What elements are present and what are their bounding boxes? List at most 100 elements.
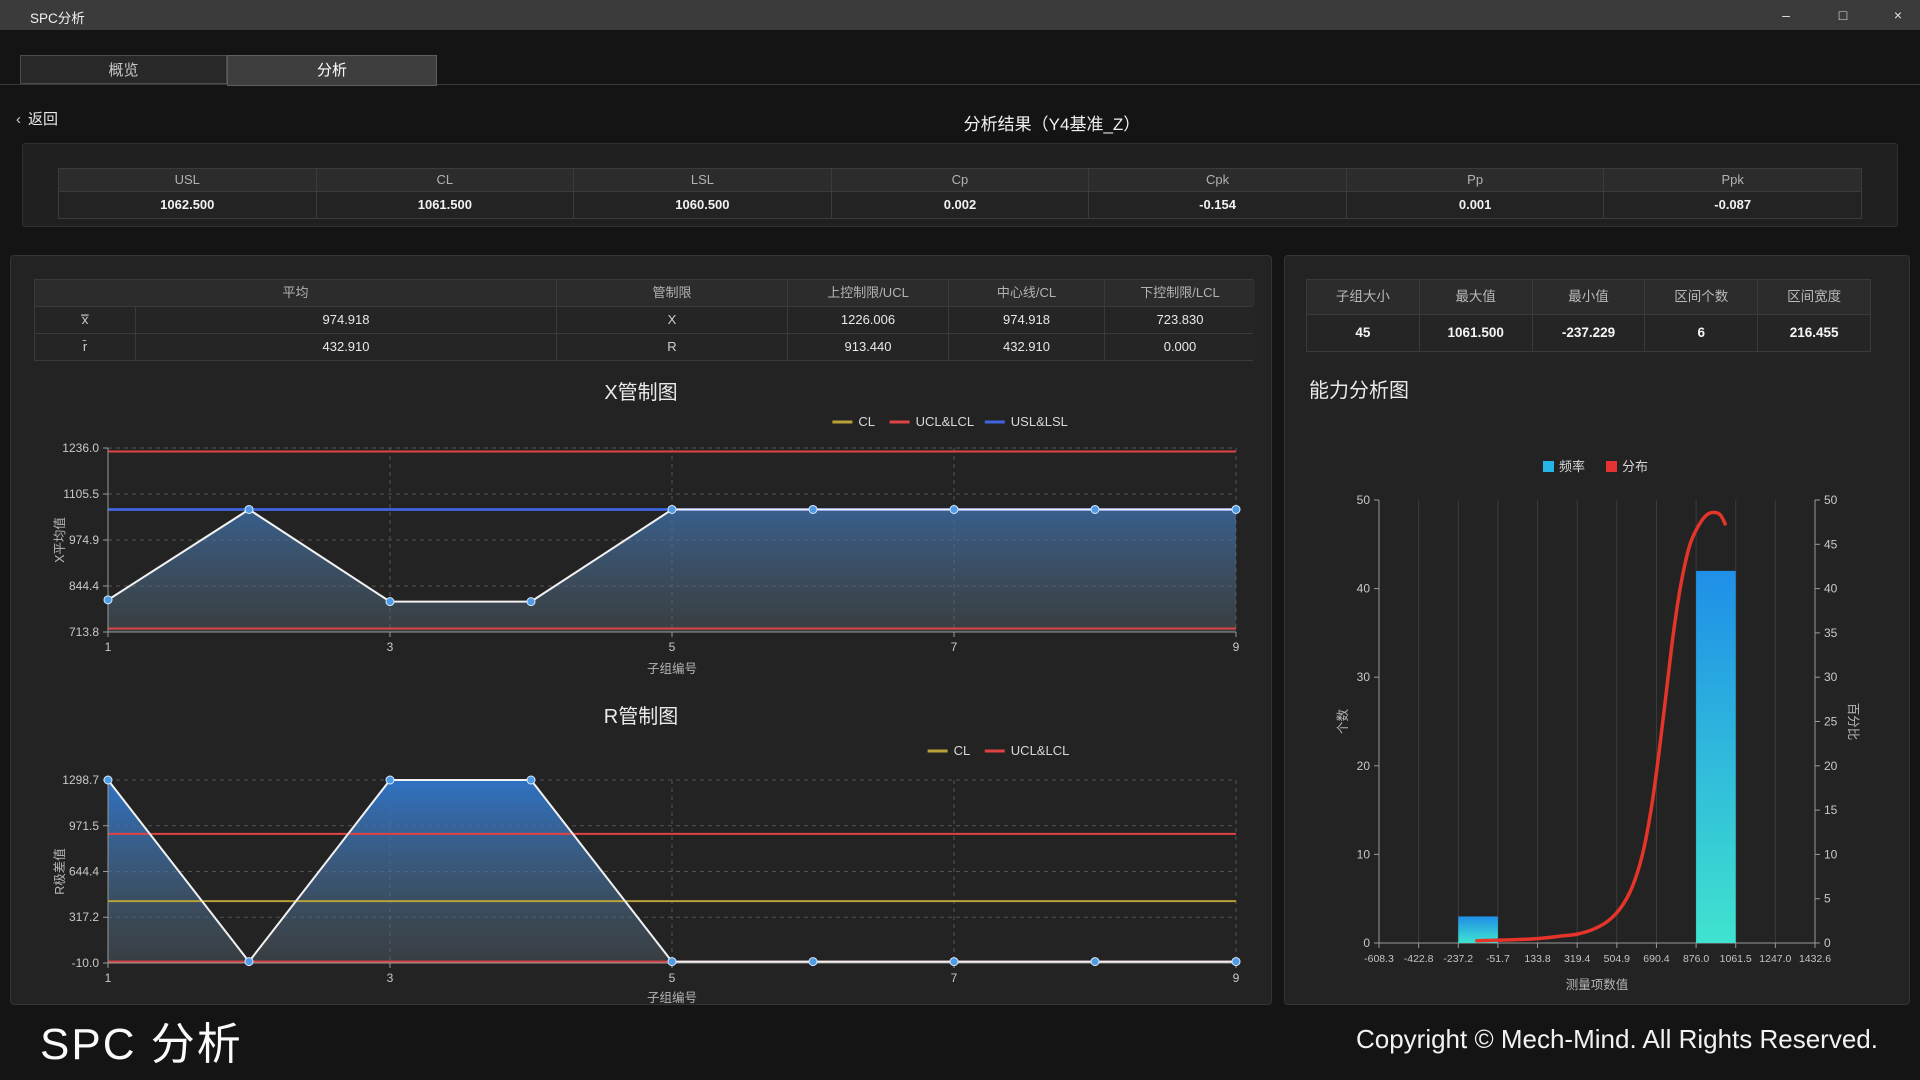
svg-text:30: 30 [1824,670,1838,684]
stat-value-usl: 1062.500 [59,192,316,218]
svg-text:974.9: 974.9 [69,533,99,547]
data-point[interactable] [1232,958,1240,966]
svg-text:844.4: 844.4 [69,579,99,593]
stat-value-pp: 0.001 [1347,192,1604,218]
summary-header-min: 最小值 [1533,280,1645,314]
svg-text:USL&LSL: USL&LSL [1011,414,1068,429]
back-label: 返回 [28,111,58,128]
svg-text:504.9: 504.9 [1604,953,1630,965]
svg-text:X管制图: X管制图 [604,381,677,404]
svg-text:UCL&LCL: UCL&LCL [1011,743,1070,758]
svg-text:7: 7 [951,971,958,985]
svg-text:个数: 个数 [1335,709,1350,735]
svg-text:876.0: 876.0 [1683,953,1709,965]
data-point[interactable] [1232,505,1240,513]
svg-text:R管制图: R管制图 [604,705,678,728]
x-control-chart[interactable]: 1236.01105.5974.9844.4713.813579X管制图USL&… [34,373,1258,685]
r-cl: 432.910 [949,334,1104,360]
svg-text:1247.0: 1247.0 [1759,953,1791,965]
svg-text:0: 0 [1363,936,1370,950]
svg-text:690.4: 690.4 [1643,953,1669,965]
svg-text:40: 40 [1357,582,1371,596]
summary-value-min: -237.229 [1533,315,1645,351]
histogram-summary-table: 子组大小 最大值 最小值 区间个数 区间宽度 45 1061.500 -237.… [1306,279,1871,352]
svg-text:子组编号: 子组编号 [647,990,697,1005]
svg-text:-51.7: -51.7 [1486,953,1510,965]
close-button[interactable]: × [1876,0,1920,30]
x-chart-label: X [557,307,787,333]
svg-text:971.5: 971.5 [69,819,99,833]
data-point[interactable] [1091,505,1099,513]
data-point[interactable] [245,505,253,513]
data-point[interactable] [104,596,112,604]
stat-header-ppk: Ppk [1604,169,1861,191]
svg-text:133.8: 133.8 [1524,953,1550,965]
data-point[interactable] [950,958,958,966]
summary-value-max: 1061.500 [1420,315,1532,351]
capability-stats-panel: USL CL LSL Cp Cpk Pp Ppk 1062.500 1061.5… [22,143,1898,227]
xbar-mean: 974.918 [136,307,556,333]
svg-text:-608.3: -608.3 [1364,953,1394,965]
svg-text:10: 10 [1357,847,1371,861]
data-point[interactable] [245,958,253,966]
svg-text:317.2: 317.2 [69,910,99,924]
r-ucl: 913.440 [788,334,948,360]
data-point[interactable] [104,776,112,784]
histogram-bar[interactable] [1696,571,1736,943]
maximize-button[interactable]: □ [1821,0,1865,30]
data-point[interactable] [668,505,676,513]
control-limits-table: 平均 管制限 上控制限/UCL 中心线/CL 下控制限/LCL x̿ 974.9… [34,279,1253,361]
data-point[interactable] [527,598,535,606]
svg-text:713.8: 713.8 [69,625,99,639]
data-point[interactable] [950,505,958,513]
svg-text:百分比: 百分比 [1846,703,1860,741]
x-ucl: 1226.006 [788,307,948,333]
svg-text:-10.0: -10.0 [72,956,100,970]
rbar-mean: 432.910 [136,334,556,360]
svg-text:5: 5 [669,971,676,985]
data-point[interactable] [386,598,394,606]
r-chart-label: R [557,334,787,360]
svg-text:3: 3 [387,971,394,985]
tab-analysis[interactable]: 分析 [227,55,437,86]
svg-text:319.4: 319.4 [1564,953,1590,965]
legend-item-分布[interactable] [1606,461,1617,472]
limits-header-ucl: 上控制限/UCL [788,280,948,306]
title-bar: SPC分析 – □ × [0,0,1920,30]
data-point[interactable] [527,776,535,784]
svg-text:5: 5 [1824,892,1831,906]
svg-text:UCL&LCL: UCL&LCL [916,414,975,429]
svg-text:50: 50 [1357,493,1371,507]
capability-chart[interactable]: -608.3-422.8-237.2-51.7133.8319.4504.969… [1291,441,1913,1003]
svg-text:分布: 分布 [1622,459,1648,474]
data-point[interactable] [809,505,817,513]
svg-text:10: 10 [1824,847,1838,861]
stat-header-cpk: Cpk [1089,169,1346,191]
svg-text:9: 9 [1233,971,1240,985]
svg-text:X平均值: X平均值 [52,517,67,563]
summary-header-subgroup-size: 子组大小 [1307,280,1419,314]
tab-overview[interactable]: 概览 [20,55,227,84]
svg-text:25: 25 [1824,715,1838,729]
x-lcl: 723.830 [1105,307,1255,333]
svg-text:9: 9 [1233,640,1240,654]
stat-header-lsl: LSL [574,169,831,191]
svg-text:40: 40 [1824,582,1838,596]
stat-header-pp: Pp [1347,169,1604,191]
svg-text:1061.5: 1061.5 [1720,953,1752,965]
data-point[interactable] [668,958,676,966]
svg-text:20: 20 [1357,759,1371,773]
svg-text:1: 1 [105,640,112,654]
data-point[interactable] [386,776,394,784]
back-button[interactable]: ‹返回 [16,108,58,129]
svg-text:5: 5 [669,640,676,654]
data-point[interactable] [809,958,817,966]
svg-text:15: 15 [1824,803,1838,817]
limits-header-cl: 中心线/CL [949,280,1104,306]
svg-text:644.4: 644.4 [69,864,99,878]
data-point[interactable] [1091,958,1099,966]
minimize-button[interactable]: – [1764,0,1808,30]
svg-text:30: 30 [1357,670,1371,684]
legend-item-频率[interactable] [1543,461,1554,472]
r-control-chart[interactable]: 1298.7971.5644.4317.2-10.013579R管制图UCL&L… [34,699,1258,1017]
